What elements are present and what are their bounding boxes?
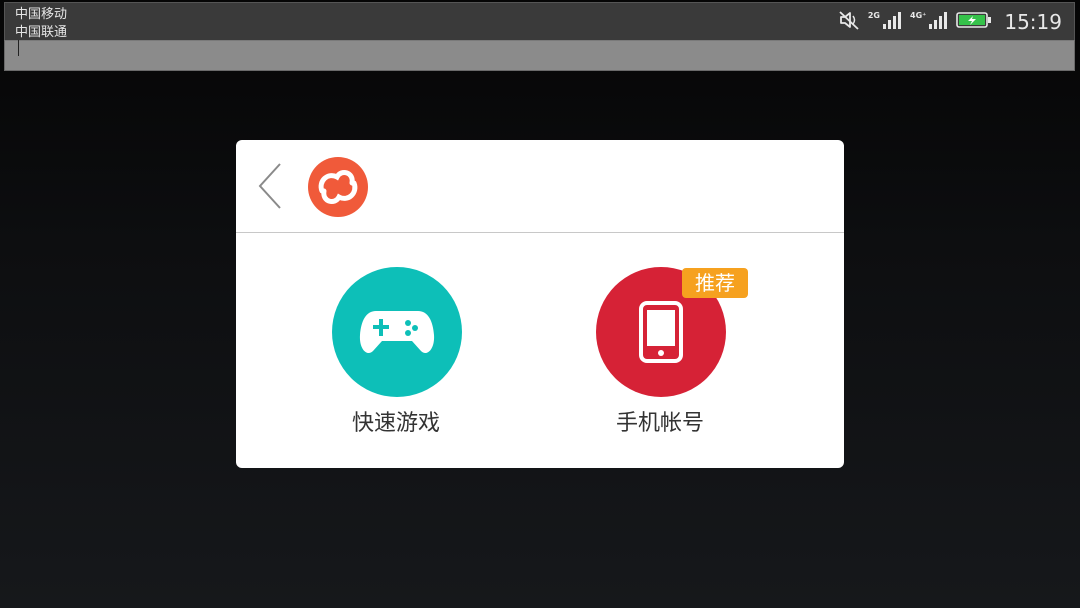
quick-game-option[interactable]: 快速游戏 <box>306 267 486 437</box>
status-icons: 2G 4G⁺ 15:19 <box>838 9 1062 35</box>
mute-icon <box>838 9 860 35</box>
quick-game-circle <box>332 267 462 397</box>
signal-strength-icon <box>882 10 902 34</box>
phone-account-option[interactable]: 推荐 手机帐号 <box>570 267 750 437</box>
text-cursor <box>18 40 19 56</box>
carrier-name-1: 中国移动 <box>15 7 68 22</box>
login-dialog: 快速游戏 推荐 手机帐号 <box>236 140 844 468</box>
chevron-left-icon <box>254 163 290 216</box>
recommended-badge: 推荐 <box>682 268 748 298</box>
network-type-1: 2G <box>867 10 880 20</box>
battery-charging-icon <box>956 10 992 34</box>
network-type-2: 4G⁺ <box>910 10 927 20</box>
signal-strength-icon <box>928 10 948 34</box>
quick-game-label: 快速游戏 <box>351 411 440 436</box>
clock: 15:19 <box>1004 10 1062 34</box>
carrier-name-2: 中国联通 <box>15 25 68 40</box>
phone-account-label: 手机帐号 <box>615 411 704 436</box>
status-bar: 中国移动 中国联通 2G 4G⁺ 15:19 <box>4 2 1075 40</box>
back-button[interactable] <box>254 160 290 212</box>
notification-strip <box>4 40 1075 71</box>
cloud-logo-icon <box>308 157 368 217</box>
dialog-header <box>236 140 844 233</box>
